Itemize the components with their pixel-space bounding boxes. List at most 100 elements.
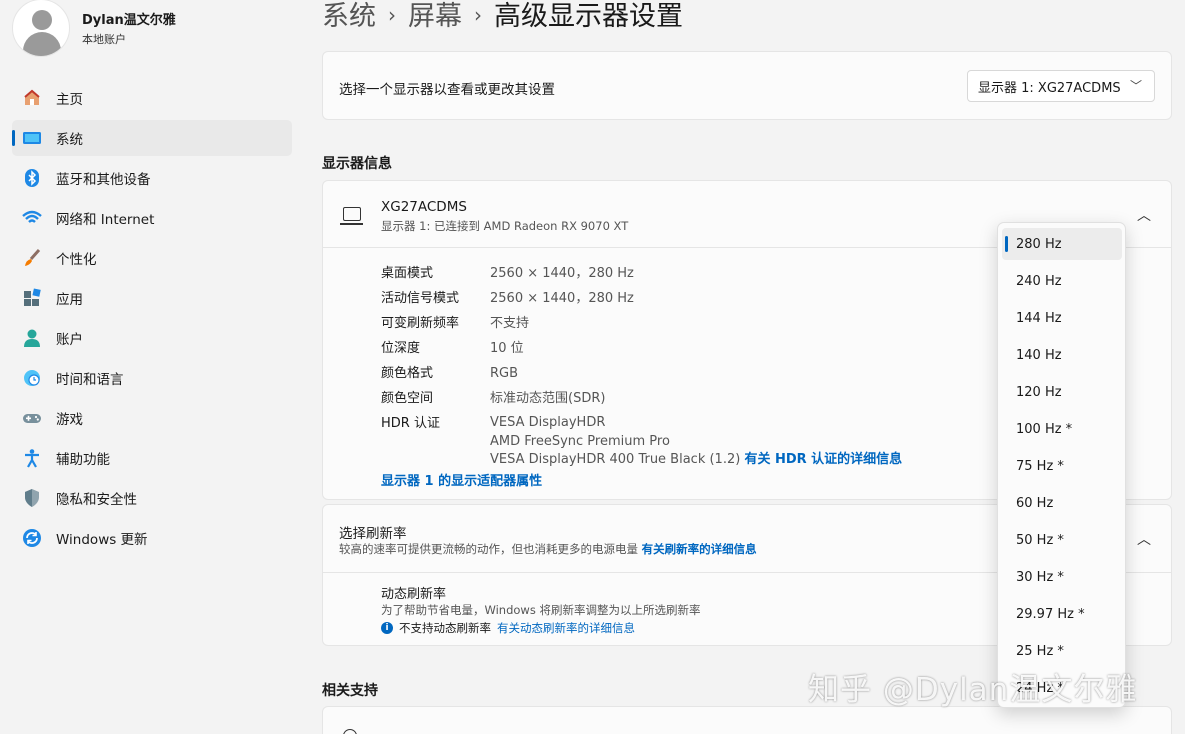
- refresh-rate-info-link[interactable]: 有关刷新率的详细信息: [642, 542, 757, 556]
- hdr-value: VESA DisplayHDR: [490, 415, 606, 430]
- gamepad-icon: [22, 408, 42, 428]
- sidebar-item-label: 账户: [56, 332, 83, 348]
- display-info-section-title: 显示器信息: [322, 156, 392, 172]
- refresh-option[interactable]: 50 Hz *: [1002, 524, 1122, 556]
- sidebar-item-privacy[interactable]: 隐私和安全性: [12, 480, 292, 516]
- refresh-option[interactable]: 60 Hz: [1002, 487, 1122, 519]
- refresh-option[interactable]: 29.97 Hz *: [1002, 598, 1122, 630]
- user-profile[interactable]: Dylan温文尔雅 本地账户: [12, 0, 176, 57]
- bluetooth-icon: [22, 168, 42, 188]
- person-icon: [22, 328, 42, 348]
- sidebar-item-gaming[interactable]: 游戏: [12, 400, 292, 436]
- property-key: 活动信号模式: [381, 291, 460, 306]
- property-value: 2560 × 1440，280 Hz: [490, 266, 634, 281]
- chevron-right-icon: ›: [388, 3, 396, 27]
- refresh-option[interactable]: 140 Hz: [1002, 339, 1122, 371]
- dynamic-refresh-note: 不支持动态刷新率: [399, 621, 491, 635]
- display-properties: 桌面模式 2560 × 1440，280 Hz 活动信号模式 2560 × 1440…: [381, 261, 902, 470]
- property-key: HDR 认证: [381, 416, 440, 431]
- apps-icon: [22, 288, 42, 308]
- property-value: 2560 × 1440，280 Hz: [490, 291, 634, 306]
- device-subtitle: 显示器 1: 已连接到 AMD Radeon RX 9070 XT: [381, 219, 629, 233]
- breadcrumb: 系统 › 屏幕 › 高级显示器设置: [322, 0, 683, 33]
- sidebar-item-accessibility[interactable]: 辅助功能: [12, 440, 292, 476]
- sidebar-item-label: 个性化: [56, 252, 97, 268]
- sidebar-item-bluetooth[interactable]: 蓝牙和其他设备: [12, 160, 292, 196]
- shield-icon: [22, 488, 42, 508]
- sidebar-item-label: 蓝牙和其他设备: [56, 172, 151, 188]
- property-row: 可变刷新频率 不支持: [381, 311, 902, 336]
- related-support-card[interactable]: [322, 706, 1172, 734]
- property-key: 位深度: [381, 341, 421, 356]
- chevron-up-icon[interactable]: ︿: [1137, 529, 1151, 549]
- property-key: 颜色空间: [381, 391, 434, 406]
- sidebar-item-label: 网络和 Internet: [56, 212, 155, 228]
- refresh-option[interactable]: 144 Hz: [1002, 302, 1122, 334]
- property-row: 活动信号模式 2560 × 1440，280 Hz: [381, 286, 902, 311]
- avatar[interactable]: [12, 0, 70, 57]
- refresh-rate-title: 选择刷新率: [339, 526, 407, 542]
- sidebar-item-apps[interactable]: 应用: [12, 280, 292, 316]
- sidebar-item-time-language[interactable]: 时间和语言: [12, 360, 292, 396]
- sidebar-item-label: Windows 更新: [56, 532, 148, 548]
- display-select-dropdown[interactable]: 显示器 1: XG27ACDMS ﹀: [967, 70, 1155, 102]
- refresh-option[interactable]: 280 Hz: [1002, 228, 1122, 260]
- select-display-label: 选择一个显示器以查看或更改其设置: [339, 82, 555, 98]
- sidebar-item-label: 时间和语言: [56, 372, 124, 388]
- hdr-info-link[interactable]: 有关 HDR 认证的详细信息: [744, 452, 902, 467]
- property-value: RGB: [490, 366, 519, 381]
- monitor-icon: [340, 207, 363, 225]
- dynamic-refresh-subtitle: 为了帮助节省电量，Windows 将刷新率调整为以上所选刷新率: [381, 603, 701, 617]
- update-icon: [22, 528, 42, 548]
- property-row: 颜色格式 RGB: [381, 361, 902, 386]
- chevron-up-icon[interactable]: ︿: [1137, 205, 1151, 225]
- property-key: 颜色格式: [381, 366, 434, 381]
- breadcrumb-item-system[interactable]: 系统: [322, 1, 376, 32]
- chevron-down-icon: ﹀: [1129, 79, 1142, 93]
- sidebar: Dylan温文尔雅 本地账户 主页 系统 蓝牙和其他设备 网络和 Interne…: [0, 0, 300, 734]
- select-display-card: 选择一个显示器以查看或更改其设置 显示器 1: XG27ACDMS ﹀: [322, 51, 1172, 120]
- refresh-rate-subtitle: 较高的速率可提供更流畅的动作，但也消耗更多的电源电量: [339, 542, 638, 556]
- hdr-value: AMD FreeSync Premium Pro: [490, 433, 670, 449]
- related-support-title: 相关支持: [322, 683, 378, 699]
- refresh-option[interactable]: 240 Hz: [1002, 265, 1122, 297]
- sidebar-item-accounts[interactable]: 账户: [12, 320, 292, 356]
- sidebar-item-home[interactable]: 主页: [12, 80, 292, 116]
- sidebar-item-label: 主页: [56, 92, 83, 108]
- watermark: 知乎 @Dylan温文尔雅: [808, 672, 1138, 708]
- hdr-value: VESA DisplayHDR 400 True Black (1.2): [490, 452, 741, 467]
- sidebar-item-label: 隐私和安全性: [56, 492, 137, 508]
- sidebar-item-network[interactable]: 网络和 Internet: [12, 200, 292, 236]
- wifi-icon: [22, 208, 42, 228]
- property-key: 桌面模式: [381, 266, 434, 281]
- dynamic-refresh-info-link[interactable]: 有关动态刷新率的详细信息: [497, 620, 635, 636]
- refresh-option[interactable]: 120 Hz: [1002, 376, 1122, 408]
- property-row: 位深度 10 位: [381, 336, 902, 361]
- profile-account-type: 本地账户: [82, 33, 126, 46]
- refresh-option[interactable]: 30 Hz *: [1002, 561, 1122, 593]
- globe-icon: [343, 729, 357, 734]
- refresh-option[interactable]: 25 Hz *: [1002, 635, 1122, 667]
- home-icon: [22, 88, 42, 108]
- sidebar-item-label: 应用: [56, 292, 83, 308]
- breadcrumb-item-display[interactable]: 屏幕: [408, 1, 462, 32]
- refresh-option[interactable]: 100 Hz *: [1002, 413, 1122, 445]
- property-row: 桌面模式 2560 × 1440，280 Hz: [381, 261, 902, 286]
- sidebar-item-label: 游戏: [56, 412, 83, 428]
- brush-icon: [22, 248, 42, 268]
- property-value: 标准动态范围(SDR): [490, 391, 606, 406]
- adapter-properties-link[interactable]: 显示器 1 的显示适配器属性: [381, 470, 542, 489]
- property-value: 10 位: [490, 341, 524, 356]
- device-name: XG27ACDMS: [381, 199, 467, 215]
- sidebar-item-windows-update[interactable]: Windows 更新: [12, 520, 292, 556]
- sidebar-nav: 主页 系统 蓝牙和其他设备 网络和 Internet 个性化 应用 账户 时间和…: [12, 80, 292, 560]
- clock-globe-icon: [22, 368, 42, 388]
- display-select-value: 显示器 1: XG27ACDMS: [978, 80, 1121, 96]
- property-row-hdr: HDR 认证 VESA DisplayHDR AMD FreeSync Prem…: [381, 411, 902, 470]
- sidebar-item-system[interactable]: 系统: [12, 120, 292, 156]
- refresh-rate-dropdown-list: 280 Hz 240 Hz 144 Hz 140 Hz 120 Hz 100 H…: [997, 222, 1126, 708]
- sidebar-item-personalization[interactable]: 个性化: [12, 240, 292, 276]
- property-value: 不支持: [490, 316, 530, 331]
- refresh-option[interactable]: 75 Hz *: [1002, 450, 1122, 482]
- profile-name: Dylan温文尔雅: [82, 13, 176, 28]
